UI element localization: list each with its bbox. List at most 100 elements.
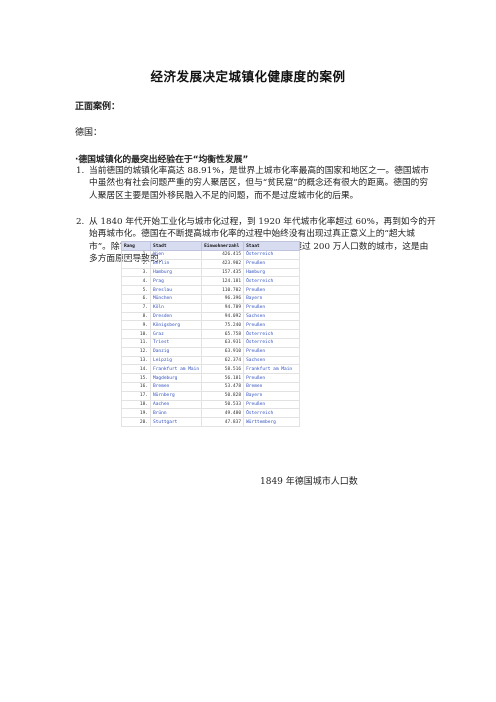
cell-rank: 1. — [121, 250, 151, 260]
cell-population: 49.480 — [201, 408, 245, 419]
cell-state-link[interactable]: Preußen — [243, 320, 301, 331]
cell-rank: 2. — [121, 258, 151, 269]
cell-population: 53.478 — [201, 381, 245, 392]
cell-city-link[interactable]: Graz — [149, 329, 203, 339]
cell-city-link[interactable]: Nürnberg — [149, 390, 203, 401]
cell-city-link[interactable]: Triest — [149, 337, 203, 348]
cell-city-link[interactable]: Wien — [149, 250, 203, 260]
cell-city-link[interactable]: Berlin — [149, 258, 203, 269]
cell-state-link[interactable]: Württemberg — [243, 417, 301, 427]
cell-rank: 5. — [121, 285, 151, 295]
cell-state-link[interactable]: Preußen — [243, 258, 301, 269]
cell-city-link[interactable]: Breslau — [149, 285, 203, 295]
cell-state-link[interactable]: Österreich — [243, 276, 301, 287]
cell-rank: 16. — [121, 381, 151, 392]
cell-state-link[interactable]: Bayern — [243, 390, 301, 401]
table-row: 20. Stuttgart 47.837 Württemberg — [121, 417, 301, 427]
cell-population: 63.910 — [201, 346, 245, 357]
cell-rank: 11. — [121, 337, 151, 348]
table-caption: 1849 年德国城市人口数 — [260, 477, 358, 487]
cell-population: 50.533 — [201, 399, 245, 410]
table-row: 7. Köln 94.789 Preußen — [121, 302, 301, 313]
table-row: 6. München 96.396 Bayern — [121, 293, 301, 304]
cell-city-link[interactable]: Frankfurt am Main — [149, 364, 203, 375]
cell-city-link[interactable]: Prag — [149, 276, 203, 287]
cell-state-link[interactable]: Sachsen — [243, 355, 301, 366]
bullet-point: ·德国城镇化的最突出经验在于“均衡性发展” — [75, 155, 249, 165]
paragraph-1: 1. 当前德国的城镇化率高达 88.91%，是世界上城市化率最高的国家和地区之一… — [76, 165, 436, 202]
cell-state-link[interactable]: Österreich — [243, 250, 301, 260]
cell-population: 58.516 — [201, 364, 245, 375]
cell-population: 426.415 — [201, 250, 245, 260]
paragraph-number: 2. — [76, 217, 85, 227]
cell-city-link[interactable]: Brünn — [149, 408, 203, 419]
cell-state-link[interactable]: Österreich — [243, 329, 301, 339]
table-header-row: Rang Stadt Einwohnerzahl Staat — [121, 241, 301, 251]
paragraph-text: 当前德国的城镇化率高达 88.91%，是世界上城市化率最高的国家和地区之一。德国… — [89, 166, 429, 201]
cell-rank: 3. — [121, 267, 151, 278]
cell-state-link[interactable]: Preußen — [243, 285, 301, 295]
cell-rank: 10. — [121, 329, 151, 339]
table-row: 5. Breslau 110.702 Preußen — [121, 285, 301, 295]
cell-population: 63.931 — [201, 337, 245, 348]
cell-state-link[interactable]: Frankfurt am Main — [243, 364, 301, 375]
cell-rank: 8. — [121, 311, 151, 322]
cell-population: 65.758 — [201, 329, 245, 339]
cell-rank: 15. — [121, 373, 151, 383]
cell-rank: 12. — [121, 346, 151, 357]
cell-population: 47.837 — [201, 417, 245, 427]
cell-city-link[interactable]: Bremen — [149, 381, 203, 392]
header-population: Einwohnerzahl — [201, 241, 245, 251]
cell-city-link[interactable]: Aachen — [149, 399, 203, 410]
cell-state-link[interactable]: Preußen — [243, 373, 301, 383]
cell-city-link[interactable]: Danzig — [149, 346, 203, 357]
table-row: 10. Graz 65.758 Österreich — [121, 329, 301, 339]
table-row: 13. Leipzig 62.374 Sachsen — [121, 355, 301, 366]
table-row: 8. Dresden 94.092 Sachsen — [121, 311, 301, 322]
header-state: Staat — [243, 241, 301, 251]
cell-city-link[interactable]: Königsberg — [149, 320, 203, 331]
cell-population: 75.240 — [201, 320, 245, 331]
cell-state-link[interactable]: Österreich — [243, 337, 301, 348]
cell-state-link[interactable]: Preußen — [243, 346, 301, 357]
cell-population: 157.435 — [201, 267, 245, 278]
table-row: 9. Königsberg 75.240 Preußen — [121, 320, 301, 331]
table-row: 11. Triest 63.931 Österreich — [121, 337, 301, 348]
positive-heading: 正面案例： — [75, 102, 121, 112]
header-city: Stadt — [149, 241, 203, 251]
table-row: 4. Prag 124.181 Österreich — [121, 276, 301, 287]
country-label: 德国： — [75, 128, 103, 138]
cell-city-link[interactable]: Magdeburg — [149, 373, 203, 383]
cell-population: 56.181 — [201, 373, 245, 383]
cell-population: 124.181 — [201, 276, 245, 287]
cell-city-link[interactable]: Dresden — [149, 311, 203, 322]
cell-population: 94.789 — [201, 302, 245, 313]
cell-state-link[interactable]: Sachsen — [243, 311, 301, 322]
table-row: 1. Wien 426.415 Österreich — [121, 250, 301, 260]
cell-rank: 9. — [121, 320, 151, 331]
cell-population: 96.396 — [201, 293, 245, 304]
cell-state-link[interactable]: Preußen — [243, 399, 301, 410]
cell-city-link[interactable]: Hamburg — [149, 267, 203, 278]
cell-state-link[interactable]: Bremen — [243, 381, 301, 392]
cell-city-link[interactable]: München — [149, 293, 203, 304]
cell-city-link[interactable]: Köln — [149, 302, 203, 313]
cell-population: 423.902 — [201, 258, 245, 269]
page-title: 经济发展决定城镇化健康度的案例 — [150, 69, 346, 84]
cell-population: 62.374 — [201, 355, 245, 366]
cell-rank: 14. — [121, 364, 151, 375]
paragraph-number: 1. — [76, 166, 85, 176]
city-population-table: Rang Stadt Einwohnerzahl Staat 1. Wien 426… — [121, 241, 301, 427]
cell-state-link[interactable]: Hamburg — [243, 267, 301, 278]
cell-state-link[interactable]: Preußen — [243, 302, 301, 313]
table-row: 12. Danzig 63.910 Preußen — [121, 346, 301, 357]
cell-rank: 17. — [121, 390, 151, 401]
cell-state-link[interactable]: Bayern — [243, 293, 301, 304]
cell-city-link[interactable]: Leipzig — [149, 355, 203, 366]
header-rank: Rang — [121, 241, 151, 251]
table-row: 2. Berlin 423.902 Preußen — [121, 258, 301, 269]
cell-state-link[interactable]: Österreich — [243, 408, 301, 419]
table-row: 16. Bremen 53.478 Bremen — [121, 381, 301, 392]
cell-city-link[interactable]: Stuttgart — [149, 417, 203, 427]
cell-population: 50.828 — [201, 390, 245, 401]
